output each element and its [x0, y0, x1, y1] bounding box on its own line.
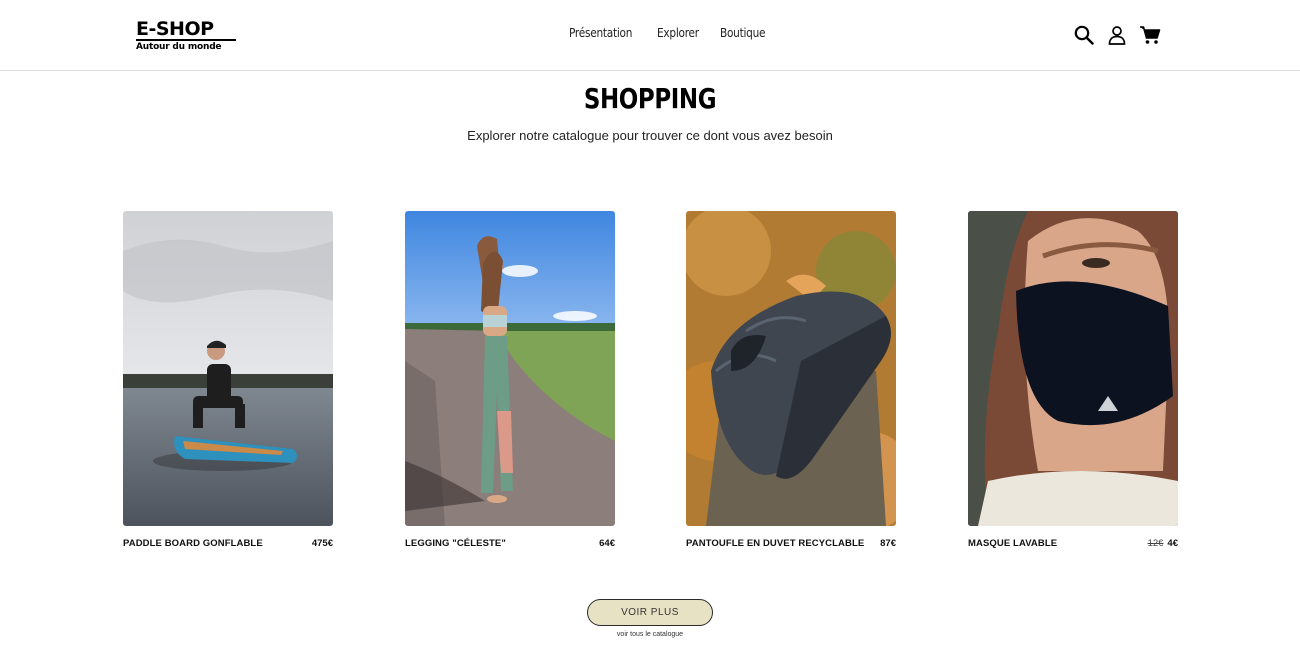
product-card[interactable]: PANTOUFLE EN DUVET RECYCLABLE 87€: [686, 211, 896, 549]
nav-item-presentation[interactable]: Présentation: [569, 23, 632, 43]
product-price: 87€: [880, 538, 896, 549]
product-name[interactable]: MASQUE LAVABLE: [968, 538, 1057, 549]
logo[interactable]: E-SHOP Autour du monde: [136, 20, 240, 53]
product-price-value: 4€: [1167, 538, 1178, 549]
product-price-value: 475€: [311, 538, 333, 549]
logo-tagline: Autour du monde: [136, 42, 222, 52]
product-price-value: 64€: [599, 538, 615, 549]
product-price-value: 87€: [880, 538, 896, 549]
product-image-legging[interactable]: [405, 211, 615, 526]
nav-item-explorer[interactable]: Explorer: [657, 23, 699, 43]
product-name[interactable]: LEGGING "CÉLESTE": [405, 538, 506, 549]
product-card[interactable]: PADDLE BOARD GONFLABLE 475€: [123, 211, 333, 549]
site-header: E-SHOP Autour du monde Présentation Expl…: [0, 0, 1300, 71]
nav-item-boutique[interactable]: Boutique: [720, 23, 766, 43]
product-name[interactable]: PADDLE BOARD GONFLABLE: [123, 538, 263, 549]
product-image-masque[interactable]: [968, 211, 1178, 526]
product-card[interactable]: MASQUE LAVABLE 12€ 4€: [968, 211, 1178, 549]
cart-icon[interactable]: [1139, 24, 1161, 46]
product-image-paddle-board[interactable]: [123, 211, 333, 526]
product-name[interactable]: PANTOUFLE EN DUVET RECYCLABLE: [686, 538, 864, 549]
catalogue-caption: voir tous le catalogue: [616, 631, 684, 638]
product-old-price: 12€: [1147, 538, 1164, 549]
search-icon[interactable]: [1073, 24, 1095, 46]
product-price: 64€: [599, 538, 615, 549]
page-title: SHOPPING: [583, 82, 717, 115]
product-price: 12€ 4€: [1148, 538, 1178, 549]
logo-title: E-SHOP: [136, 18, 214, 40]
product-card[interactable]: LEGGING "CÉLESTE" 64€: [405, 211, 615, 549]
account-icon[interactable]: [1106, 24, 1128, 46]
header-actions: [1073, 24, 1161, 46]
main-nav: Présentation Explorer Boutique: [569, 23, 772, 43]
product-price: 475€: [312, 538, 333, 549]
page-subtitle: Explorer notre catalogue pour trouver ce…: [467, 128, 833, 143]
product-image-pantoufle[interactable]: [686, 211, 896, 526]
voir-plus-button[interactable]: VOIR PLUS: [587, 599, 713, 626]
